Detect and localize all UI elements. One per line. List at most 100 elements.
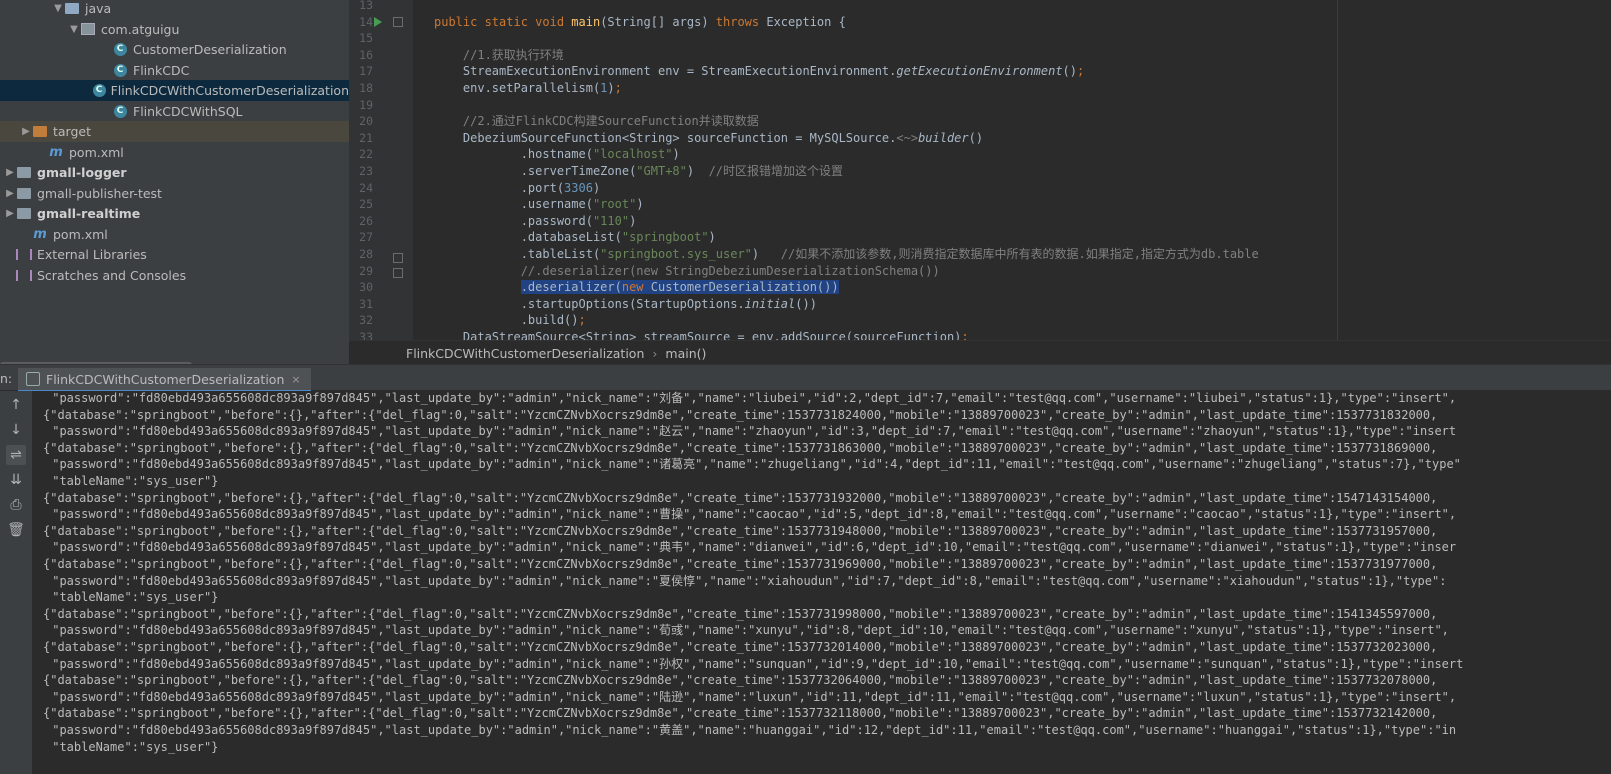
editor-gutter: 13 14 15 16 17 18 19 20 21 22 23 24 25 26 27 28 29 30 31 32… xyxy=(349,0,413,340)
tree-item-label: gmall-realtime xyxy=(37,206,141,221)
code-line[interactable]: //.deserializer(new StringDebeziumDeseri… xyxy=(434,263,940,280)
line-number: 19 xyxy=(359,97,373,112)
run-gutter-icon[interactable] xyxy=(374,17,382,27)
code-line[interactable]: //2.通过FlinkCDC构建SourceFunction并读取数据 xyxy=(434,113,759,130)
tree-item-label: pom.xml xyxy=(53,226,108,242)
fold-marker-icon[interactable] xyxy=(393,17,403,27)
code-line[interactable]: .serverTimeZone("GMT+8") //时区报错增加这个设置 xyxy=(434,163,843,180)
console-line: {"database":"springboot","before":{},"af… xyxy=(43,440,1438,455)
scroll-to-end-icon[interactable]: ⇊ xyxy=(6,470,26,490)
tree-item[interactable]: ▼ java xyxy=(0,0,349,19)
run-toolbar: ↑ ↓ ⇌ ⇊ ⎙ 🗑 xyxy=(0,391,32,774)
run-tab[interactable]: FlinkCDCWithCustomerDeserialization × xyxy=(18,368,311,392)
console-line: "password":"fd80ebd493a655608dc893a9f897… xyxy=(45,623,1449,638)
line-number: 18 xyxy=(359,81,373,95)
tree-item-label: FlinkCDCWithCustomerDeserialization xyxy=(110,83,349,98)
soft-wrap-icon[interactable]: ⇌ xyxy=(6,445,26,465)
code-line[interactable]: public static void main(String[] args) t… xyxy=(434,14,846,31)
print-icon[interactable]: ⎙ xyxy=(6,495,26,515)
trash-icon[interactable]: 🗑 xyxy=(6,520,26,540)
console-line: "password":"fd80ebd493a655608dc893a9f897… xyxy=(45,723,1457,737)
tree-item-label: com.atguigu xyxy=(101,21,180,37)
tree-item[interactable]: Scratches and Consoles xyxy=(0,265,349,286)
tree-item[interactable]: C FlinkCDC xyxy=(0,60,349,81)
code-line[interactable]: .build(); xyxy=(434,312,586,329)
console-line: "tableName":"sys_user"} xyxy=(45,474,219,488)
tree-item[interactable]: ▼ com.atguigu xyxy=(0,19,349,40)
fold-marker-icon[interactable] xyxy=(393,268,403,278)
expand-arrow-icon[interactable]: ▼ xyxy=(52,3,64,14)
code-line[interactable]: StreamExecutionEnvironment env = StreamE… xyxy=(434,63,1084,80)
line-number: 23 xyxy=(359,164,373,178)
tree-item[interactable]: ▶ gmall-realtime xyxy=(0,203,349,224)
tree-item[interactable]: ▶ gmall-publisher-test xyxy=(0,183,349,204)
line-number: 25 xyxy=(359,197,373,212)
code-line[interactable]: .port(3306) xyxy=(434,180,601,197)
tree-item[interactable]: C FlinkCDCWithSQL xyxy=(0,101,349,122)
line-number: 30 xyxy=(359,280,373,295)
breadcrumb-separator-icon: › xyxy=(652,345,658,361)
module-folder-icon xyxy=(16,206,32,222)
console-line: {"database":"springboot","before":{},"af… xyxy=(43,490,1438,505)
code-line[interactable]: DataStreamSource<String> streamSource = … xyxy=(434,329,969,340)
console-line: "tableName":"sys_user"} xyxy=(45,590,219,605)
code-line[interactable]: env.setParallelism(1); xyxy=(434,80,622,97)
console-line: {"database":"springboot","before":{},"af… xyxy=(43,640,1438,654)
package-icon xyxy=(80,21,96,37)
breadcrumb: FlinkCDCWithCustomerDeserialization › ma… xyxy=(349,340,1611,365)
code-line[interactable]: .password("110") xyxy=(434,213,637,230)
code-editor[interactable]: 13 14 15 16 17 18 19 20 21 22 23 24 25 26 27 28 29 30 31 32… xyxy=(349,0,1611,340)
class-icon: C xyxy=(92,83,106,99)
console-output[interactable]: "password":"fd80ebd493a655608dc893a9f897… xyxy=(32,391,1611,774)
run-tool-window-header: n: FlinkCDCWithCustomerDeserialization × xyxy=(0,368,1611,392)
fold-marker-icon[interactable] xyxy=(393,253,403,263)
code-line[interactable]: .hostname("localhost") xyxy=(434,146,680,163)
expand-arrow-icon[interactable]: ▼ xyxy=(68,24,80,35)
tree-item-label: gmall-logger xyxy=(37,165,127,180)
close-icon[interactable]: × xyxy=(291,373,300,386)
tree-item[interactable]: m pom.xml xyxy=(0,224,349,245)
class-icon: C xyxy=(112,42,128,58)
tree-item-label: target xyxy=(53,124,92,139)
scratches-icon xyxy=(16,267,32,283)
tree-item[interactable]: C FlinkCDCWithCustomerDeserialization xyxy=(0,80,349,101)
line-number: 29 xyxy=(359,263,373,278)
breadcrumb-file[interactable]: FlinkCDCWithCustomerDeserialization xyxy=(406,346,644,361)
line-number: 22 xyxy=(359,147,373,162)
run-window-label: n: xyxy=(0,371,13,386)
collapse-arrow-icon[interactable]: ▶ xyxy=(4,167,16,178)
tree-item[interactable]: m pom.xml xyxy=(0,142,349,163)
code-line[interactable]: .databaseList("springboot") xyxy=(434,229,716,246)
up-arrow-icon[interactable]: ↑ xyxy=(6,395,26,415)
module-folder-icon xyxy=(16,165,32,181)
tree-item[interactable]: ▶ target xyxy=(0,121,349,142)
console-line: "password":"fd80ebd493a655608dc893a9f897… xyxy=(45,457,1461,472)
code-line[interactable]: .deserializer(new CustomerDeserializatio… xyxy=(434,279,839,296)
tree-item-label: java xyxy=(85,1,112,16)
code-line[interactable]: DebeziumSourceFunction<String> sourceFun… xyxy=(434,130,983,147)
code-line[interactable]: //1.获取执行环境 xyxy=(434,47,564,64)
collapse-arrow-icon[interactable]: ▶ xyxy=(4,188,16,199)
code-line[interactable]: .tableList("springboot.sys_user") //如果不添… xyxy=(434,246,1259,263)
run-config-icon xyxy=(26,372,40,386)
console-line: "password":"fd80ebd493a655608dc893a9f897… xyxy=(45,689,1457,704)
folder-orange-icon xyxy=(32,124,48,140)
line-number: 16 xyxy=(359,47,373,62)
tree-item[interactable]: External Libraries xyxy=(0,244,349,265)
tree-item[interactable]: ▶ gmall-logger xyxy=(0,162,349,183)
line-number: 14 xyxy=(359,14,373,29)
collapse-arrow-icon[interactable]: ▶ xyxy=(20,126,32,137)
code-line[interactable]: .startupOptions(StartupOptions.initial()… xyxy=(434,296,817,313)
line-number: 20 xyxy=(359,114,373,129)
breadcrumb-method[interactable]: main() xyxy=(665,346,706,361)
line-number: 15 xyxy=(359,31,373,46)
code-line[interactable]: .username("root") xyxy=(434,196,644,213)
right-margin-guide xyxy=(1337,0,1338,340)
console-line: {"database":"springboot","before":{},"af… xyxy=(43,706,1438,721)
console-line: "password":"fd80ebd493a655608dc893a9f897… xyxy=(45,391,1457,405)
tree-item[interactable]: C CustomerDeserialization xyxy=(0,39,349,60)
console-line: {"database":"springboot","before":{},"af… xyxy=(43,557,1438,571)
console-line: "password":"fd80ebd493a655608dc893a9f897… xyxy=(45,507,1457,522)
collapse-arrow-icon[interactable]: ▶ xyxy=(4,208,16,219)
down-arrow-icon[interactable]: ↓ xyxy=(6,420,26,440)
